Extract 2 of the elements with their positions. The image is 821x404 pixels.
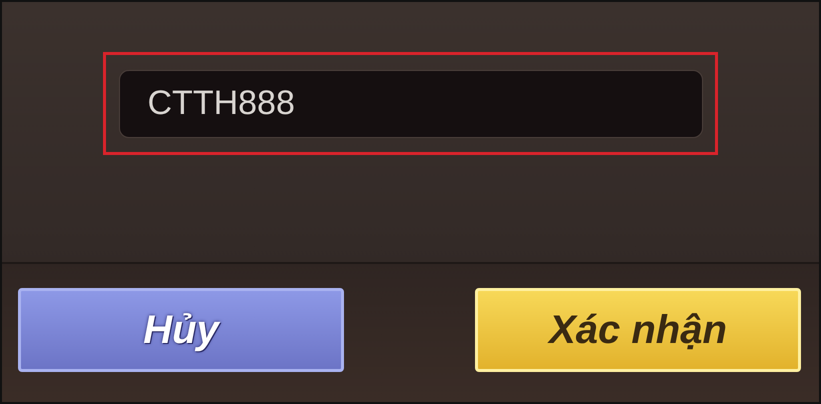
code-input[interactable]: CTTH888 — [118, 70, 702, 138]
confirm-button[interactable]: Xác nhận — [475, 288, 801, 372]
